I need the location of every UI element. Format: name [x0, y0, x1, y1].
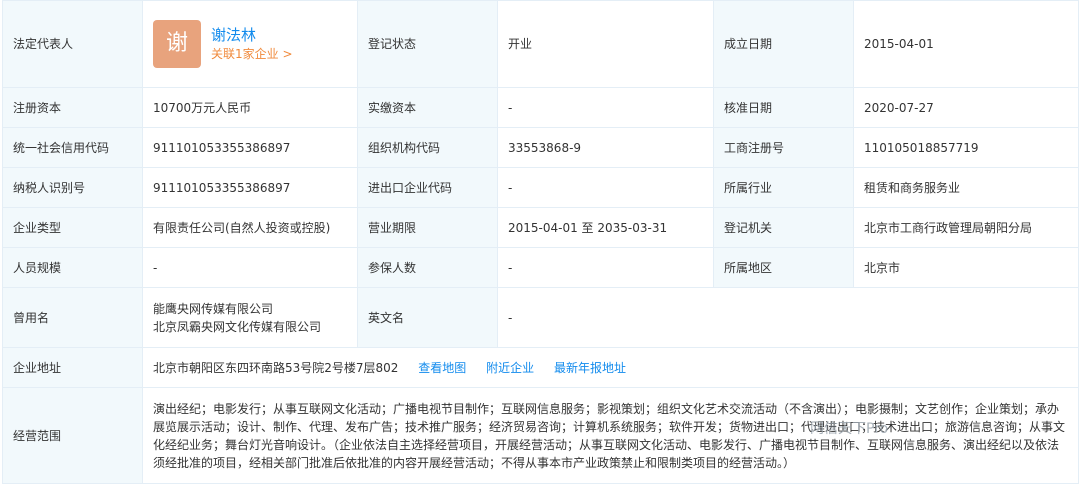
- label-reg-capital: 注册资本: [2, 87, 143, 128]
- value-credit-code: 911101053355386897: [142, 127, 358, 168]
- table-row: 经营范围 演出经纪；电影发行；从事互联网文化活动；广播电视节目制作；互联网信息服…: [2, 387, 1079, 484]
- label-insured-count: 参保人数: [357, 247, 498, 288]
- label-taxpayer-id: 纳税人识别号: [2, 167, 143, 208]
- value-address: 北京市朝阳区东四环南路53号院2号楼7层802: [153, 360, 399, 375]
- table-row: 注册资本 10700万元人民币 实缴资本 - 核准日期 2020-07-27: [2, 87, 1079, 128]
- value-biz-scope: 演出经纪；电影发行；从事互联网文化活动；广播电视节目制作；互联网信息服务；影视策…: [142, 387, 1079, 484]
- table-row: 统一社会信用代码 911101053355386897 组织机构代码 33553…: [2, 127, 1079, 168]
- table-row: 曾用名 能鹰央网传媒有限公司 北京凤霸央网文化传媒有限公司 英文名 -: [2, 287, 1079, 348]
- label-approval-date: 核准日期: [713, 87, 854, 128]
- value-insured-count: -: [497, 247, 714, 288]
- label-biz-term: 营业期限: [357, 207, 498, 248]
- value-english-name: -: [497, 287, 1079, 348]
- label-staff-size: 人员规模: [2, 247, 143, 288]
- value-approval-date: 2020-07-27: [853, 87, 1079, 128]
- related-companies-link[interactable]: 关联1家企业 >: [211, 45, 293, 63]
- watermark: 网信天下Pro: [810, 421, 889, 437]
- table-row: 企业类型 有限责任公司(自然人投资或控股) 营业期限 2015-04-01 至 …: [2, 207, 1079, 248]
- latest-report-address-link[interactable]: 最新年报地址: [554, 361, 626, 375]
- label-established: 成立日期: [713, 0, 854, 88]
- view-map-link[interactable]: 查看地图: [418, 361, 466, 375]
- label-former-names: 曾用名: [2, 287, 143, 348]
- value-org-code: 33553868-9: [497, 127, 714, 168]
- value-taxpayer-id: 911101053355386897: [142, 167, 358, 208]
- label-english-name: 英文名: [357, 287, 498, 348]
- value-biz-reg-no: 110105018857719: [853, 127, 1079, 168]
- value-industry: 租赁和商务服务业: [853, 167, 1079, 208]
- value-company-type: 有限责任公司(自然人投资或控股): [142, 207, 358, 248]
- value-reg-authority: 北京市工商行政管理局朝阳分局: [853, 207, 1079, 248]
- value-biz-term: 2015-04-01 至 2035-03-31: [497, 207, 714, 248]
- label-address: 企业地址: [2, 347, 143, 388]
- value-reg-status: 开业: [497, 0, 714, 88]
- label-biz-reg-no: 工商注册号: [713, 127, 854, 168]
- nearby-companies-link[interactable]: 附近企业: [486, 361, 534, 375]
- avatar: 谢: [153, 20, 201, 68]
- company-info-table: 法定代表人 谢 谢法林 关联1家企业 > 登记状态 开业 成立日期 2015-0…: [2, 0, 1079, 484]
- address-cell: 北京市朝阳区东四环南路53号院2号楼7层802 查看地图 附近企业 最新年报地址: [142, 347, 1079, 388]
- label-org-code: 组织机构代码: [357, 127, 498, 168]
- value-staff-size: -: [142, 247, 358, 288]
- label-reg-authority: 登记机关: [713, 207, 854, 248]
- value-import-export-code: -: [497, 167, 714, 208]
- label-credit-code: 统一社会信用代码: [2, 127, 143, 168]
- label-reg-status: 登记状态: [357, 0, 498, 88]
- label-region: 所属地区: [713, 247, 854, 288]
- label-legal-rep: 法定代表人: [2, 0, 143, 88]
- table-row: 法定代表人 谢 谢法林 关联1家企业 > 登记状态 开业 成立日期 2015-0…: [2, 0, 1079, 88]
- value-former-names: 能鹰央网传媒有限公司 北京凤霸央网文化传媒有限公司: [142, 287, 358, 348]
- value-reg-capital: 10700万元人民币: [142, 87, 358, 128]
- legal-rep-name-link[interactable]: 谢法林: [211, 25, 293, 45]
- table-row: 企业地址 北京市朝阳区东四环南路53号院2号楼7层802 查看地图 附近企业 最…: [2, 347, 1079, 388]
- label-paid-capital: 实缴资本: [357, 87, 498, 128]
- table-row: 纳税人识别号 911101053355386897 进出口企业代码 - 所属行业…: [2, 167, 1079, 208]
- former-name-2: 北京凤霸央网文化传媒有限公司: [153, 319, 322, 334]
- label-biz-scope: 经营范围: [2, 387, 143, 484]
- legal-rep-cell: 谢 谢法林 关联1家企业 >: [142, 0, 358, 88]
- former-name-1: 能鹰央网传媒有限公司: [153, 301, 274, 316]
- table-row: 人员规模 - 参保人数 - 所属地区 北京市: [2, 247, 1079, 288]
- label-company-type: 企业类型: [2, 207, 143, 248]
- label-import-export-code: 进出口企业代码: [357, 167, 498, 208]
- label-industry: 所属行业: [713, 167, 854, 208]
- value-region: 北京市: [853, 247, 1079, 288]
- value-paid-capital: -: [497, 87, 714, 128]
- value-established: 2015-04-01: [853, 0, 1079, 88]
